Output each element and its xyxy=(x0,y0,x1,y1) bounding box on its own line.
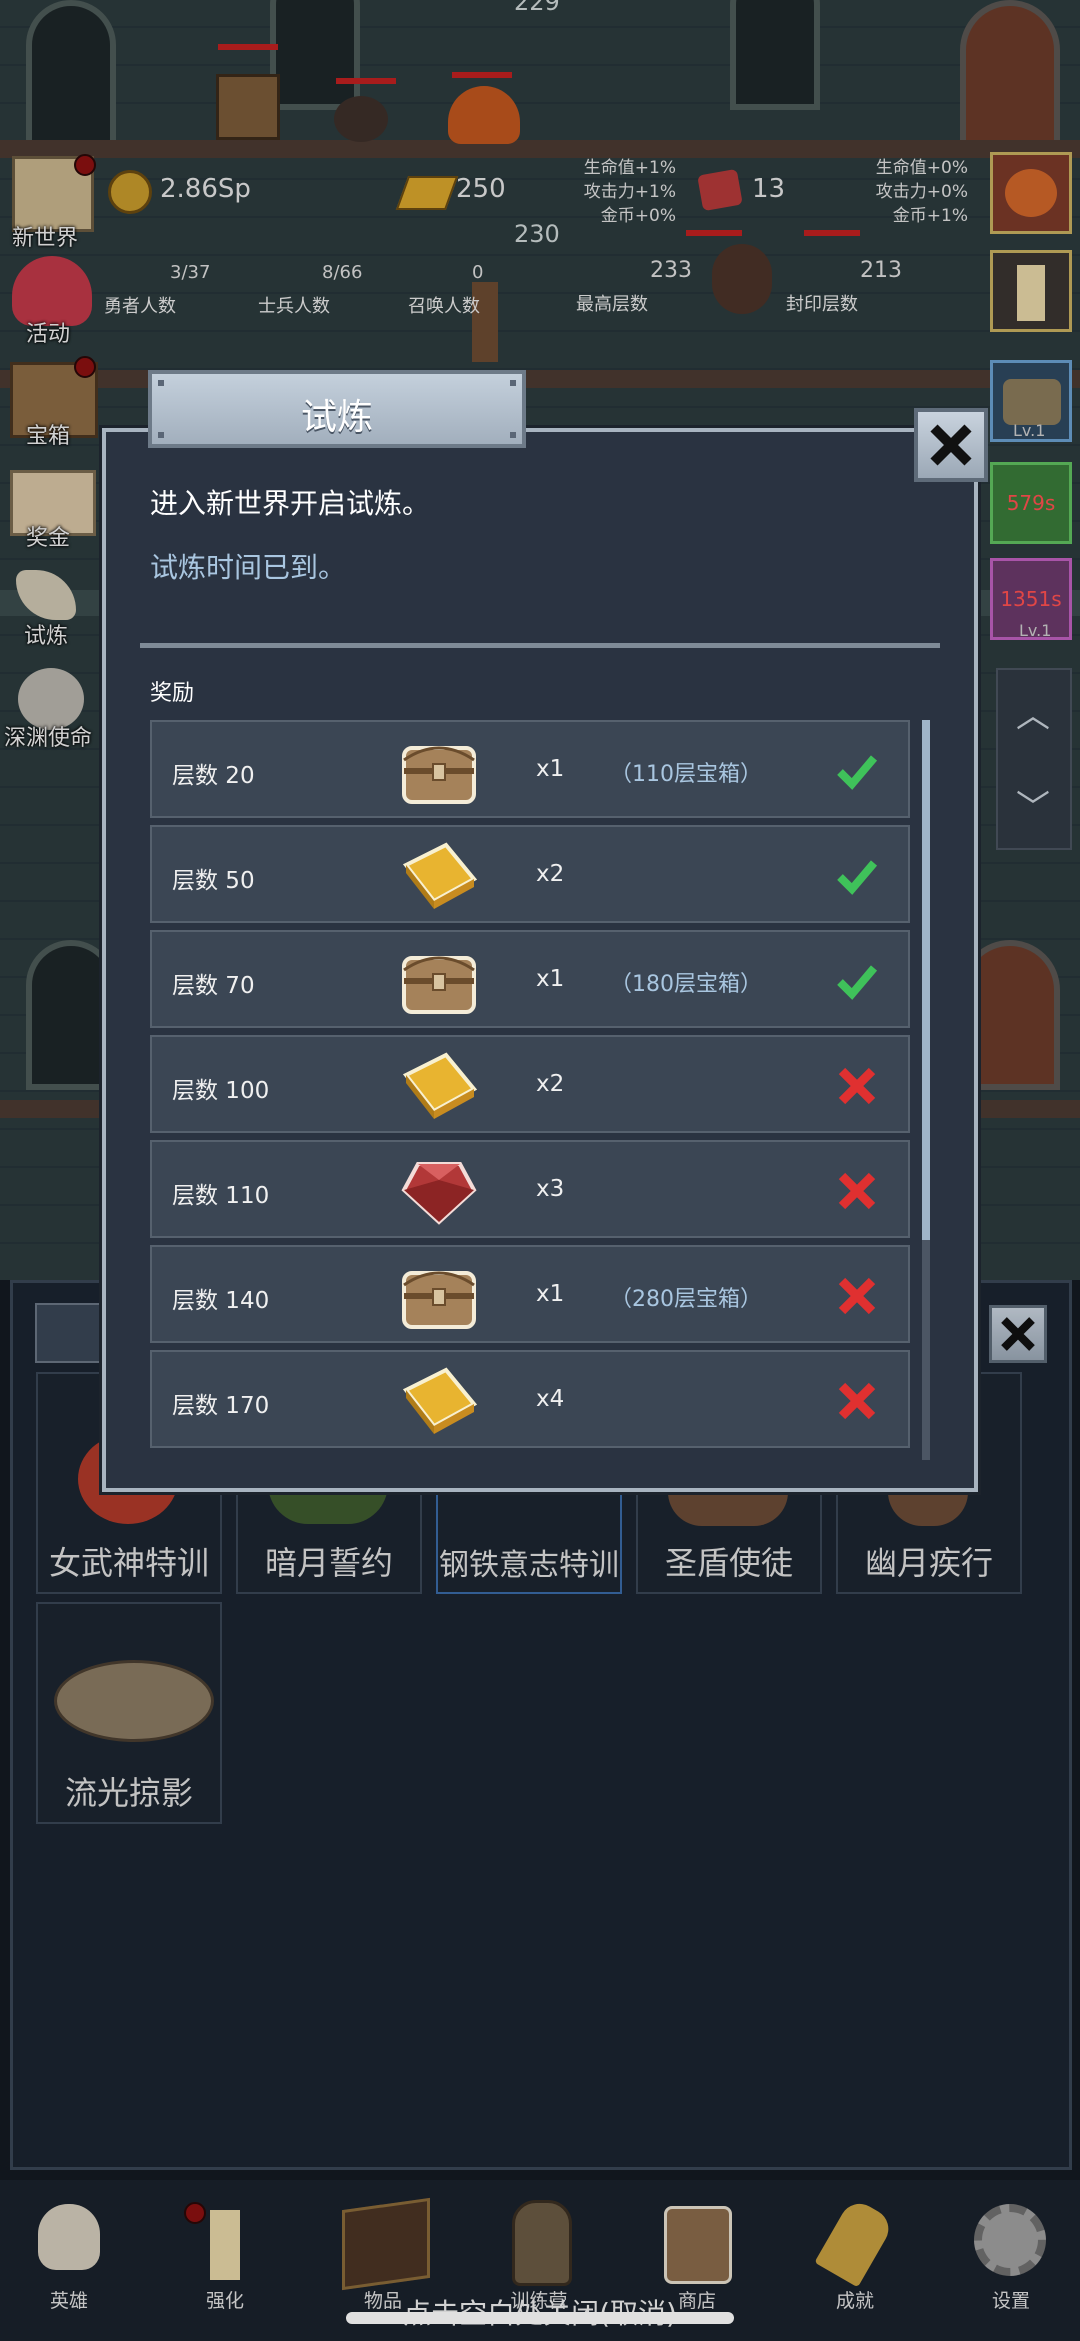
reward-floor: 层数 140 xyxy=(172,1288,270,1314)
dialog-divider xyxy=(140,643,940,648)
reward-floor: 层数 100 xyxy=(172,1078,270,1104)
gold-bar-icon xyxy=(398,1045,480,1127)
ruby-icon xyxy=(398,1150,480,1232)
reward-note: （180层宝箱） xyxy=(610,972,762,997)
rivet xyxy=(158,380,164,386)
reward-row[interactable]: 层数 170 x4 xyxy=(150,1350,910,1448)
cross-icon xyxy=(834,1273,880,1319)
chest-icon xyxy=(398,730,480,812)
reward-quantity: x3 xyxy=(536,1176,565,1202)
reward-note: （280层宝箱） xyxy=(610,1287,762,1312)
reward-quantity: x1 xyxy=(536,1281,565,1307)
rewards-heading: 奖励 xyxy=(150,681,195,706)
reward-row[interactable]: 层数 20 x1 （110层宝箱） xyxy=(150,720,910,818)
chest-icon xyxy=(398,1255,480,1337)
reward-quantity: x2 xyxy=(536,861,565,887)
reward-floor: 层数 70 xyxy=(172,973,255,999)
checkmark-icon xyxy=(834,748,880,794)
dialog-close-button[interactable] xyxy=(914,408,988,482)
dialog-title-plate: 试炼 xyxy=(148,370,526,448)
reward-row[interactable]: 层数 70 x1 （180层宝箱） xyxy=(150,930,910,1028)
gold-bar-icon xyxy=(398,1360,480,1442)
reward-floor: 层数 110 xyxy=(172,1183,270,1209)
reward-row[interactable]: 层数 110 x3 xyxy=(150,1140,910,1238)
reward-quantity: x2 xyxy=(536,1071,565,1097)
checkmark-icon xyxy=(834,958,880,1004)
cross-icon xyxy=(834,1378,880,1424)
cross-icon xyxy=(834,1063,880,1109)
reward-floor: 层数 170 xyxy=(172,1393,270,1419)
reward-floor: 层数 50 xyxy=(172,868,255,894)
reward-row[interactable]: 层数 100 x2 xyxy=(150,1035,910,1133)
reward-quantity: x1 xyxy=(536,756,565,782)
reward-quantity: x1 xyxy=(536,966,565,992)
close-icon xyxy=(930,424,972,466)
checkmark-icon xyxy=(834,853,880,899)
dialog-title: 试炼 xyxy=(300,397,373,438)
chest-icon xyxy=(398,940,480,1022)
reward-floor: 层数 20 xyxy=(172,763,255,789)
cross-icon xyxy=(834,1168,880,1214)
gold-bar-icon xyxy=(398,835,480,917)
dialog-description: 进入新世界开启试炼。 xyxy=(150,487,431,520)
reward-row[interactable]: 层数 140 x1 （280层宝箱） xyxy=(150,1245,910,1343)
reward-quantity: x4 xyxy=(536,1386,565,1412)
reward-row[interactable]: 层数 50 x2 xyxy=(150,825,910,923)
rivet xyxy=(510,380,516,386)
dialog-status-text: 试炼时间已到。 xyxy=(150,551,347,584)
reward-scrollbar[interactable] xyxy=(922,720,930,1240)
reward-note: （110层宝箱） xyxy=(610,762,762,787)
